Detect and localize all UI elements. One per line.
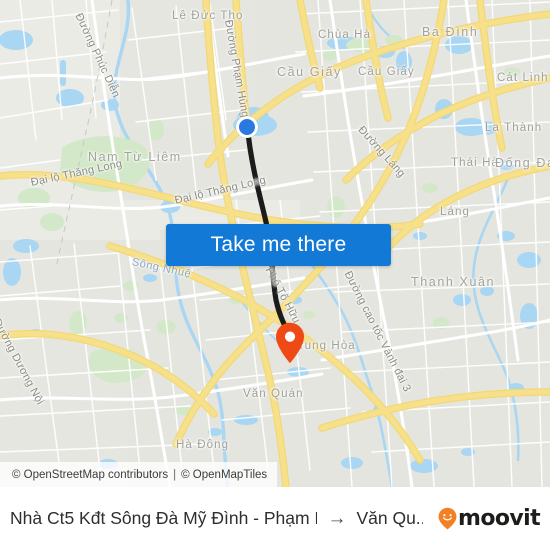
- map-canvas[interactable]: .wtr { fill:#a9d6f2; } .wtrln { stroke:#…: [0, 0, 550, 487]
- attribution-separator: |: [173, 468, 177, 481]
- arrow-right-icon: →: [327, 508, 347, 529]
- map-screen: .wtr { fill:#a9d6f2; } .wtrln { stroke:#…: [0, 0, 550, 550]
- map-attribution: © OpenStreetMap contributors | © OpenMap…: [0, 462, 278, 487]
- attribution-openmaptiles[interactable]: © OpenMapTiles: [181, 469, 267, 481]
- destination-pin-icon[interactable]: [275, 322, 305, 364]
- moovit-pin-icon: [438, 507, 457, 530]
- origin-dot-icon[interactable]: [236, 116, 258, 138]
- take-me-there-button[interactable]: Take me there: [166, 224, 391, 266]
- attribution-osm[interactable]: © OpenStreetMap contributors: [12, 469, 168, 481]
- moovit-logo[interactable]: moovit: [438, 506, 541, 531]
- trip-destination-label: Văn Qu...: [356, 508, 424, 528]
- trip-summary-bar: Nhà Ct5 Kđt Sông Đà Mỹ Đình - Phạm Hù...…: [0, 487, 550, 550]
- trip-origin-label: Nhà Ct5 Kđt Sông Đà Mỹ Đình - Phạm Hù...: [10, 508, 318, 528]
- moovit-wordmark: moovit: [458, 506, 541, 531]
